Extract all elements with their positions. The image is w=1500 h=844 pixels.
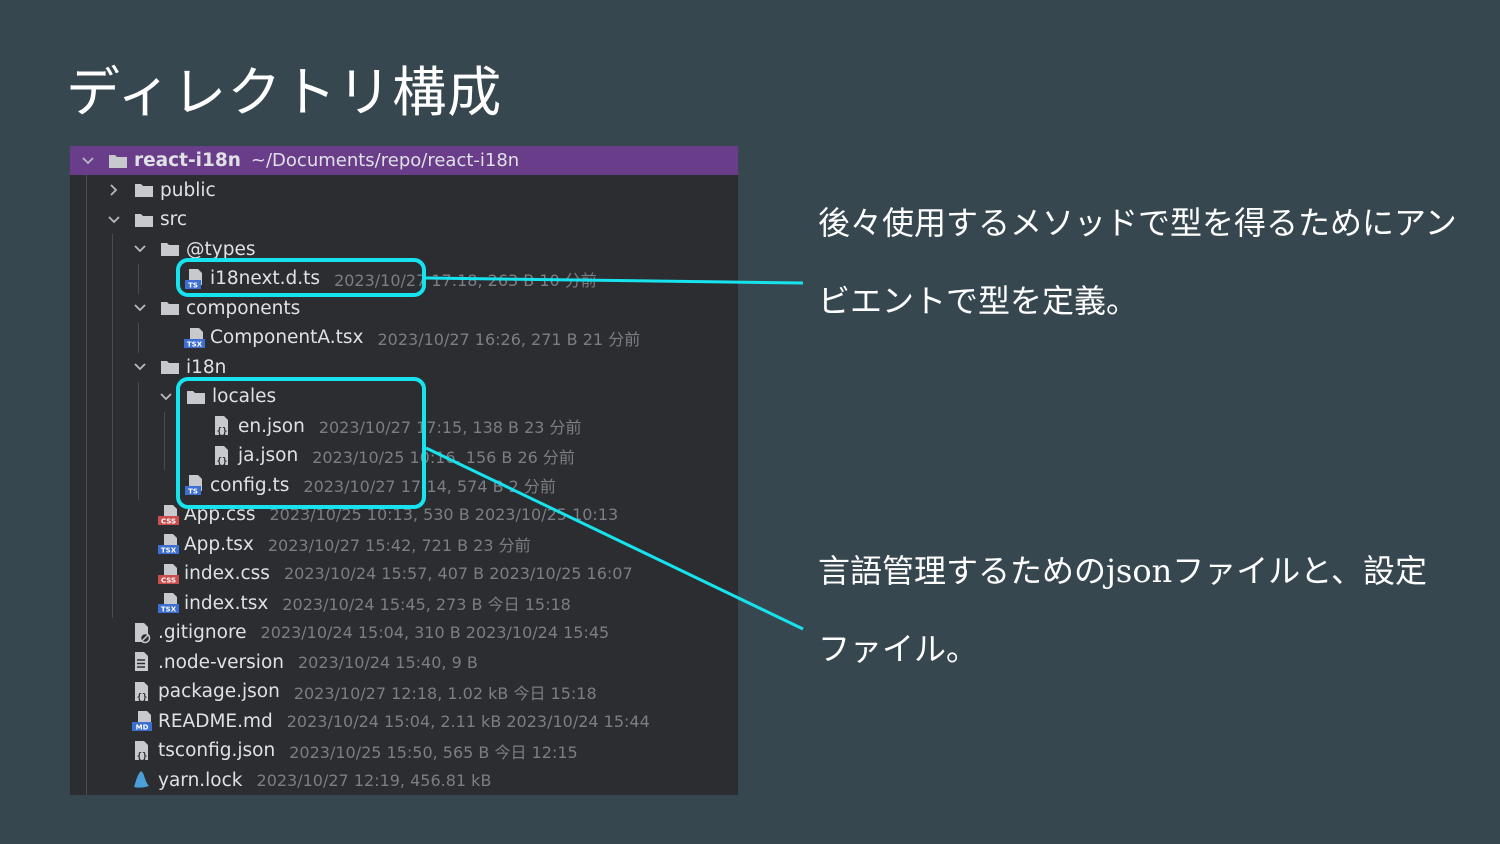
file-meta: 2023/10/24 15:57, 407 B 2023/10/25 16:07 xyxy=(283,564,633,583)
file-name: App.tsx xyxy=(184,533,254,555)
svg-text:TSX: TSX xyxy=(161,606,177,614)
json-file-icon: {} xyxy=(132,740,152,762)
file-name: index.tsx xyxy=(184,592,269,614)
tree-row-file[interactable]: .node-version 2023/10/24 15:40, 9 B xyxy=(70,648,738,677)
tree-row-file[interactable]: MD README.md 2023/10/24 15:04, 2.11 kB 2… xyxy=(70,707,738,736)
file-name: yarn.lock xyxy=(158,769,243,791)
folder-icon xyxy=(134,182,154,198)
chevron-down-icon[interactable] xyxy=(132,359,148,375)
json-file-icon: {} xyxy=(132,681,152,703)
folder-icon xyxy=(160,359,180,375)
folder-icon xyxy=(160,241,180,257)
file-meta: 2023/10/24 15:45, 273 B 今日 15:18 xyxy=(282,595,571,614)
file-meta: 2023/10/25 15:50, 565 B 今日 12:15 xyxy=(289,742,578,762)
folder-name: components xyxy=(186,297,301,319)
css-file-icon: CSS xyxy=(158,504,179,526)
file-meta: 2023/10/27 15:42, 721 B 23 分前 xyxy=(267,536,531,555)
tree-row-file[interactable]: CSS index.css 2023/10/24 15:57, 407 B 20… xyxy=(70,559,738,588)
tree-row-file[interactable]: .gitignore 2023/10/24 15:04, 310 B 2023/… xyxy=(70,618,738,647)
tree-row-folder-components[interactable]: components xyxy=(70,294,738,323)
chevron-down-icon[interactable] xyxy=(132,241,148,257)
file-name: .gitignore xyxy=(158,622,247,643)
tree-row-file[interactable]: TSX ComponentA.tsx 2023/10/27 16:26, 271… xyxy=(70,323,738,352)
tree-row-root[interactable]: react-i18n ~/Documents/repo/react-i18n xyxy=(70,146,738,175)
chevron-down-icon[interactable] xyxy=(158,389,174,405)
file-meta: 2023/10/27 16:26, 271 B 21 分前 xyxy=(377,329,641,349)
file-name: tsconfig.json xyxy=(158,740,276,761)
tsx-file-icon: TSX xyxy=(184,327,205,349)
gitignore-file-icon xyxy=(132,622,152,644)
root-folder-name: react-i18n xyxy=(134,150,241,171)
folder-name: public xyxy=(160,179,216,201)
css-file-icon: CSS xyxy=(158,563,179,585)
tree-row-folder-public[interactable]: public xyxy=(70,176,738,205)
types-note: 後々使用するメソッドで型を得るためにアンビエントで型を定義。 xyxy=(818,204,1457,320)
tsx-file-icon: TSX xyxy=(158,592,179,614)
chevron-down-icon[interactable] xyxy=(80,153,96,169)
svg-text:{}: {} xyxy=(137,752,148,762)
svg-text:TSX: TSX xyxy=(187,340,203,348)
tree-row-folder-src[interactable]: src xyxy=(70,205,738,234)
tree-row-file[interactable]: {} package.json 2023/10/27 12:18, 1.02 k… xyxy=(70,677,738,706)
file-meta: 2023/10/27 12:19, 456.81 kB xyxy=(256,770,492,790)
slide-title: ディレクトリ構成 xyxy=(66,61,503,124)
i18n-callout-box xyxy=(176,377,426,509)
chevron-down-icon[interactable] xyxy=(106,212,122,228)
chevron-down-icon[interactable] xyxy=(132,300,148,316)
tsx-file-icon: TSX xyxy=(158,533,179,555)
svg-text:MD: MD xyxy=(136,724,149,732)
chevron-right-icon[interactable] xyxy=(106,182,122,198)
folder-name: src xyxy=(160,209,188,230)
file-meta: 2023/10/24 15:40, 9 B xyxy=(298,652,478,672)
svg-text:TSX: TSX xyxy=(161,547,177,555)
file-name: README.md xyxy=(158,710,273,732)
file-meta: 2023/10/24 15:04, 310 B 2023/10/24 15:45 xyxy=(260,623,610,642)
folder-icon xyxy=(134,212,154,228)
folder-name: i18n xyxy=(186,356,227,378)
file-name: ComponentA.tsx xyxy=(210,327,364,348)
folder-name: @types xyxy=(186,238,256,260)
file-name: index.css xyxy=(184,563,270,584)
file-name: .node-version xyxy=(158,651,284,673)
tree-row-file[interactable]: TSX index.tsx 2023/10/24 15:45, 273 B 今日… xyxy=(70,589,738,618)
file-name: package.json xyxy=(158,681,280,702)
tree-row-file[interactable]: TSX App.tsx 2023/10/27 15:42, 721 B 23 分… xyxy=(70,530,738,559)
types-callout-box xyxy=(176,258,426,297)
i18n-note: 言語管理するためのjsonファイルと、設定ファイル。 xyxy=(818,552,1427,668)
md-file-icon: MD xyxy=(132,710,152,732)
yarn-file-icon xyxy=(132,769,152,791)
folder-icon xyxy=(108,153,128,169)
svg-text:{}: {} xyxy=(137,693,148,703)
file-meta: 2023/10/24 15:04, 2.11 kB 2023/10/24 15:… xyxy=(286,711,650,731)
svg-text:CSS: CSS xyxy=(161,517,176,525)
root-folder-path: ~/Documents/repo/react-i18n xyxy=(250,150,520,171)
file-meta: 2023/10/27 12:18, 1.02 kB 今日 15:18 xyxy=(293,683,597,703)
tree-row-file[interactable]: {} tsconfig.json 2023/10/25 15:50, 565 B… xyxy=(70,736,738,765)
text-file-icon xyxy=(132,651,152,673)
folder-icon xyxy=(160,300,180,316)
tree-row-file[interactable]: yarn.lock 2023/10/27 12:19, 456.81 kB xyxy=(70,766,738,795)
svg-text:CSS: CSS xyxy=(161,576,176,584)
